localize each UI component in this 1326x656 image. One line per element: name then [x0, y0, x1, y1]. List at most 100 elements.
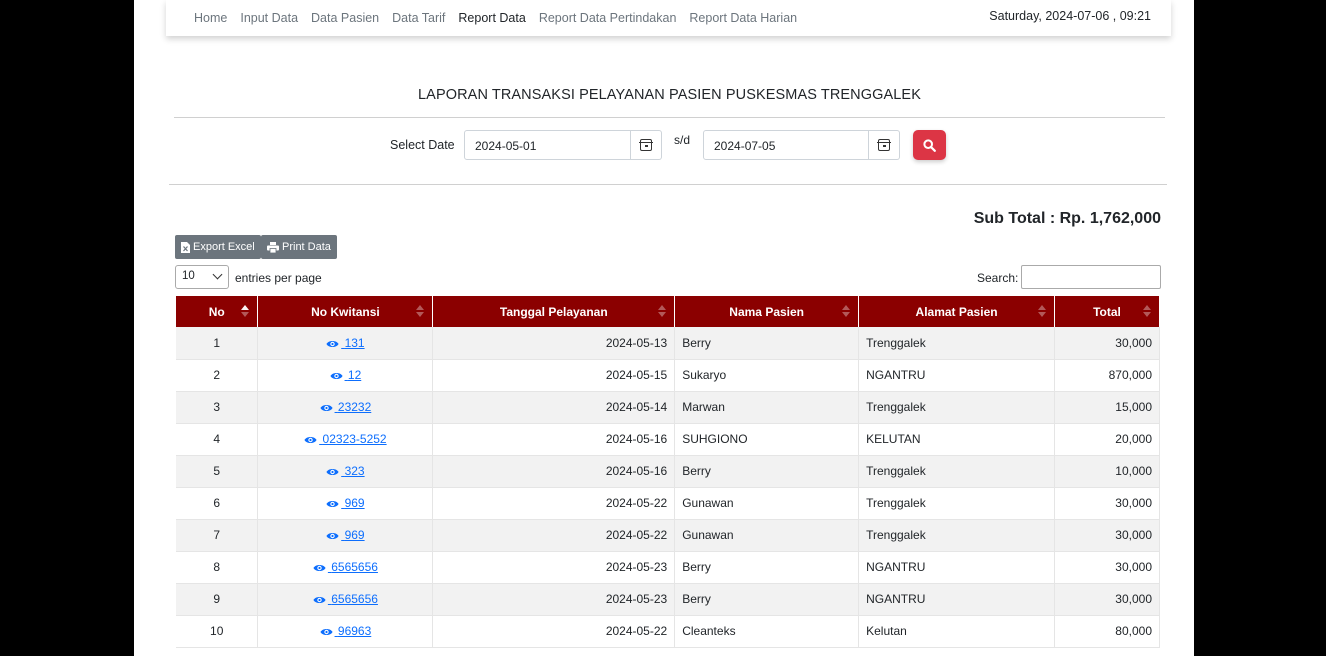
cell-alamat-pasien: Trenggalek [858, 487, 1055, 520]
column-header-no[interactable]: No [176, 296, 259, 327]
nav-input-data[interactable]: Input Data [240, 11, 298, 25]
sort-icon [842, 305, 851, 318]
divider [174, 117, 1165, 118]
nav-report-data-harian[interactable]: Report Data Harian [689, 11, 797, 25]
eye-icon [326, 501, 339, 507]
cell-no: 8 [176, 551, 259, 584]
kwitansi-link[interactable]: 969 [326, 528, 365, 542]
cell-no-kwitansi: 96963 [257, 615, 434, 648]
nav-home[interactable]: Home [194, 11, 227, 25]
eye-icon [330, 373, 343, 379]
column-header-total[interactable]: Total [1054, 296, 1160, 327]
kwitansi-link[interactable]: 969 [326, 496, 365, 510]
cell-no: 9 [176, 583, 259, 616]
search-button[interactable] [913, 130, 946, 160]
eye-icon [313, 565, 326, 571]
cell-nama-pasien: Cleanteks [674, 615, 860, 648]
cell-no: 2 [176, 359, 259, 392]
kwitansi-link[interactable]: 96963 [320, 624, 372, 638]
table-row: 1 131 2024-05-13 Berry Trenggalek 30,000 [176, 327, 1160, 360]
cell-total: 870,000 [1054, 359, 1160, 392]
kwitansi-number: 96963 [337, 624, 372, 638]
cell-total: 20,000 [1054, 423, 1160, 456]
entries-per-page-select[interactable]: 10 [175, 265, 229, 289]
column-header-nama-pasien[interactable]: Nama Pasien [674, 296, 860, 327]
eye-icon [326, 533, 339, 539]
cell-no-kwitansi: 131 [257, 327, 434, 360]
entries-value: 10 [182, 270, 195, 282]
eye-icon [320, 629, 333, 635]
cell-no-kwitansi: 969 [257, 519, 434, 552]
cell-nama-pasien: Berry [674, 327, 860, 360]
nav-data-tarif[interactable]: Data Tarif [392, 11, 445, 25]
kwitansi-link[interactable]: 6565656 [313, 560, 378, 574]
date-from-calendar-button[interactable] [631, 130, 662, 160]
table-header-row: No No Kwitansi Tanggal Pelayanan Nama Pa… [176, 296, 1160, 327]
cell-no: 7 [176, 519, 259, 552]
search-label: Search: [977, 271, 1019, 285]
print-data-button[interactable]: Print Data [261, 235, 337, 259]
date-range-separator: s/d [674, 133, 691, 147]
eye-icon [326, 340, 339, 347]
kwitansi-number: 6565656 [331, 560, 378, 574]
column-header-label: Nama Pasien [729, 304, 805, 319]
cell-tanggal-pelayanan: 2024-05-16 [432, 423, 676, 456]
kwitansi-number: 23232 [337, 400, 372, 414]
sort-icon [241, 305, 250, 318]
cell-nama-pasien: Berry [674, 455, 860, 488]
cell-tanggal-pelayanan: 2024-05-22 [432, 487, 676, 520]
table-row: 7 969 2024-05-22 Gunawan Trenggalek 30,000 [176, 519, 1160, 552]
table-row: 8 6565656 2024-05-23 Berry NGANTRU 30,000 [176, 551, 1160, 584]
column-header-label: Alamat Pasien [915, 304, 998, 319]
top-navbar: Home Input Data Data Pasien Data Tarif R… [166, 0, 1171, 36]
cell-no: 1 [176, 327, 259, 360]
eye-icon [313, 597, 326, 603]
kwitansi-link[interactable]: 323 [326, 464, 365, 478]
table-row: 3 23232 2024-05-14 Marwan Trenggalek 15,000 [176, 391, 1160, 424]
column-header-tanggal-pelayanan[interactable]: Tanggal Pelayanan [432, 296, 676, 327]
sort-icon [1038, 305, 1046, 318]
cell-no: 6 [176, 487, 259, 520]
cell-alamat-pasien: NGANTRU [858, 359, 1055, 392]
column-header-label: Total [1093, 304, 1121, 319]
nav-data-pasien[interactable]: Data Pasien [311, 11, 379, 25]
calendar-icon [877, 139, 891, 151]
nav-report-data-pertindakan[interactable]: Report Data Pertindakan [539, 11, 677, 25]
table-row: 5 323 2024-05-16 Berry Trenggalek 10,000 [176, 455, 1160, 488]
cell-nama-pasien: SUHGIONO [674, 423, 860, 456]
cell-tanggal-pelayanan: 2024-05-22 [432, 519, 676, 552]
cell-no-kwitansi: 23232 [257, 391, 434, 424]
date-to-calendar-button[interactable] [869, 130, 900, 160]
subtotal-text: Sub Total : Rp. 1,762,000 [973, 210, 1161, 227]
cell-tanggal-pelayanan: 2024-05-15 [432, 359, 676, 392]
cell-nama-pasien: Sukaryo [674, 359, 860, 392]
column-header-alamat-pasien[interactable]: Alamat Pasien [858, 296, 1055, 327]
kwitansi-link[interactable]: 02323-5252 [304, 432, 387, 446]
search-input[interactable] [1021, 265, 1161, 289]
cell-nama-pasien: Marwan [674, 391, 860, 424]
column-header-label: No [208, 304, 225, 319]
column-header-no-kwitansi[interactable]: No Kwitansi [257, 296, 434, 327]
cell-total: 30,000 [1054, 327, 1160, 360]
cell-no: 3 [176, 391, 259, 424]
column-header-label: Tanggal Pelayanan [499, 304, 608, 319]
cell-no-kwitansi: 323 [257, 455, 434, 488]
sort-icon [416, 305, 425, 318]
date-to-input[interactable]: 2024-07-05 [703, 130, 869, 160]
cell-alamat-pasien: Kelutan [858, 615, 1055, 648]
cell-alamat-pasien: Trenggalek [858, 327, 1055, 360]
sort-icon [1143, 305, 1151, 318]
page-title: LAPORAN TRANSAKSI PELAYANAN PASIEN PUSKE… [418, 87, 921, 103]
cell-no: 5 [176, 455, 259, 488]
cell-nama-pasien: Gunawan [674, 487, 860, 520]
kwitansi-link[interactable]: 6565656 [313, 592, 378, 606]
cell-total: 80,000 [1054, 615, 1160, 648]
date-from-input[interactable]: 2024-05-01 [464, 130, 631, 160]
kwitansi-link[interactable]: 131 [326, 336, 365, 350]
kwitansi-link[interactable]: 23232 [320, 400, 372, 414]
eye-icon [326, 469, 339, 475]
entries-label: entries per page [235, 271, 322, 285]
nav-report-data[interactable]: Report Data [458, 11, 525, 25]
export-excel-button[interactable]: Export Excel [175, 235, 261, 259]
kwitansi-link[interactable]: 12 [330, 368, 361, 382]
